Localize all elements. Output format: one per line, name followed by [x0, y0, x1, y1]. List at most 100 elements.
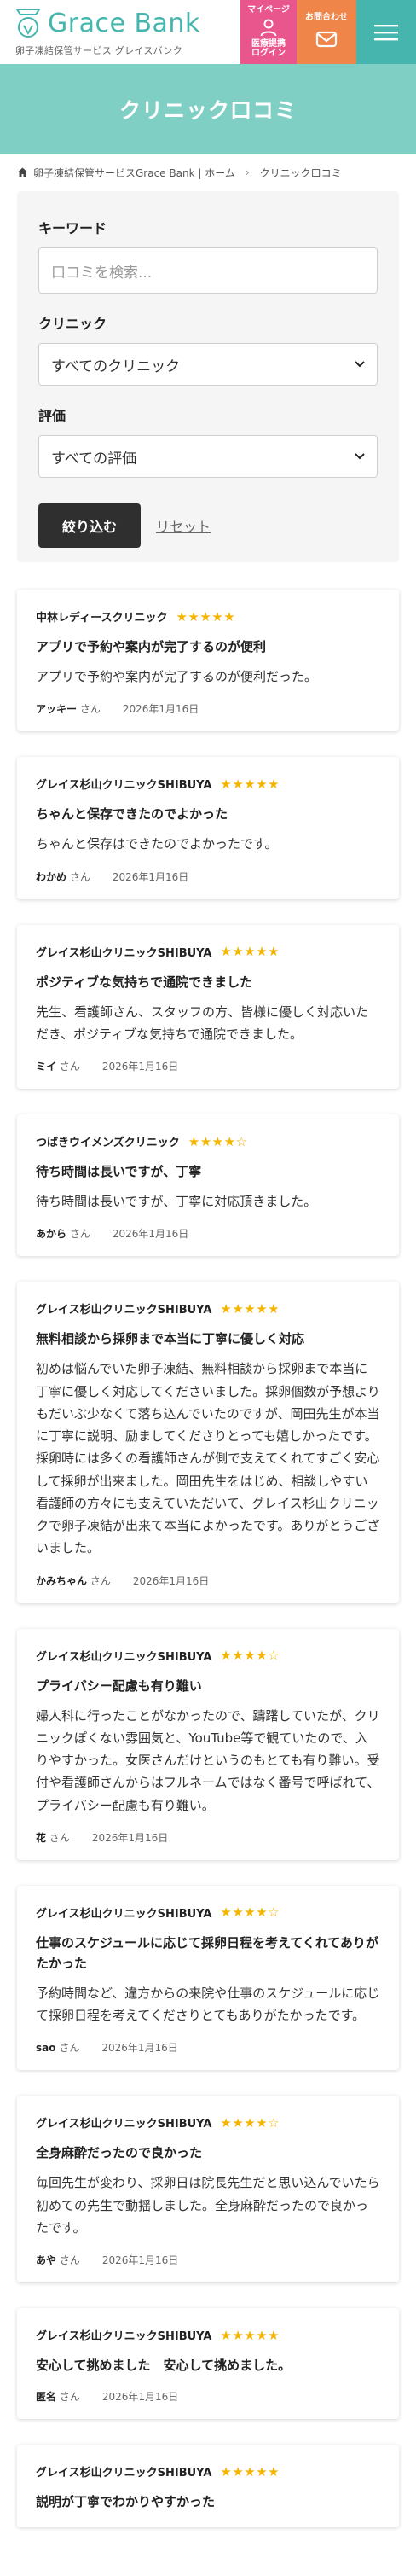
- review-card: グレイス杉山クリニックSHIBUYA ★★★★★ 説明が丁寧でわかりやすかった: [17, 2445, 399, 2527]
- review-author-suffix: さん: [79, 703, 101, 716]
- mypage-login-button[interactable]: マイページ 医療提携 ログイン: [240, 0, 297, 64]
- review-author-suffix: さん: [59, 2254, 80, 2266]
- review-author: あから さん: [36, 1226, 90, 1241]
- review-card: グレイス杉山クリニックSHIBUYA ★★★★☆ 仕事のスケジュールに応じて採卵日程…: [17, 1885, 399, 2071]
- review-author-suffix: さん: [59, 2391, 80, 2403]
- page-hero: クリニック口コミ: [0, 64, 416, 154]
- review-date: 2026年1月16日: [112, 1228, 189, 1241]
- star-rating-icon: ★★★★★: [220, 2327, 280, 2343]
- review-clinic-name: グレイス杉山クリニックSHIBUYA: [36, 2118, 212, 2131]
- review-clinic-name: グレイス杉山クリニックSHIBUYA: [36, 1304, 212, 1317]
- clinic-select[interactable]: すべてのクリニック: [38, 343, 378, 386]
- review-date: 2026年1月16日: [132, 1574, 210, 1587]
- review-clinic-name: グレイス杉山クリニックSHIBUYA: [36, 1907, 212, 1921]
- review-title: 説明が丁寧でわかりやすかった: [36, 2494, 216, 2509]
- chevron-right-icon: ›: [245, 166, 250, 178]
- review-author-name: かみちゃん: [36, 1574, 88, 1587]
- rating-select[interactable]: すべての評価: [38, 435, 378, 478]
- review-card: グレイス杉山クリニックSHIBUYA ★★★★☆ プライバシー配慮も有り難い婦人科に…: [17, 1628, 399, 1860]
- site-logo[interactable]: Grace Bank 卵子凍結保管サービス グレイスバンク: [0, 0, 240, 64]
- star-rating-icon: ★★★★☆: [188, 1133, 248, 1149]
- review-author: ミイ さん: [36, 1059, 80, 1073]
- review-date: 2026年1月16日: [101, 2254, 179, 2266]
- star-rating-icon: ★★★★☆: [220, 2114, 280, 2131]
- review-author: わかめ さん: [36, 869, 90, 884]
- review-author-name: sao: [36, 2042, 56, 2055]
- review-body: 婦人科に行ったことがなかったので、躊躇していたが、クリニックぽくない雰囲気と、Y…: [36, 1707, 380, 1813]
- login-label: ログイン: [251, 49, 286, 59]
- review-card: グレイス杉山クリニックSHIBUYA ★★★★★ 無料相談から採卵まで本当に丁寧に優…: [17, 1282, 399, 1603]
- review-date: 2026年1月16日: [91, 1831, 169, 1844]
- review-date: 2026年1月16日: [101, 1061, 179, 1073]
- star-rating-icon: ★★★★★: [220, 1300, 280, 1317]
- site-header: Grace Bank 卵子凍結保管サービス グレイスバンク マイページ 医療提携…: [0, 0, 416, 64]
- star-rating-icon: ★★★★★: [176, 608, 236, 625]
- review-author-name: 匿名: [36, 2391, 57, 2403]
- review-author-name: あや: [36, 2254, 57, 2266]
- review-body: 毎回先生が変わり、採卵日は院長先生だと思い込んでいたら初めての先生で動揺しました…: [36, 2175, 380, 2236]
- rating-label: 評価: [38, 408, 66, 424]
- review-title: 待ち時間は長いですが、丁寧: [36, 1164, 202, 1179]
- breadcrumb-home-link[interactable]: 卵子凍結保管サービスGrace Bank | ホーム: [33, 166, 235, 180]
- star-rating-icon: ★★★★★: [220, 2463, 280, 2480]
- review-body: 先生、看護師さん、スタッフの方、皆様に優しく対応いただき、ポジティブな気持ちで通…: [36, 1003, 369, 1042]
- review-author-name: ミイ: [36, 1061, 57, 1073]
- star-rating-icon: ★★★★☆: [220, 1904, 280, 1921]
- review-author: sao さん: [36, 2040, 79, 2055]
- star-rating-icon: ★★★★★: [220, 776, 280, 792]
- review-card: グレイス杉山クリニックSHIBUYA ★★★★★ 安心して挑めました 安心して挑めま…: [17, 2308, 399, 2419]
- review-body: ちゃんと保存はできたのでよかったです。: [36, 836, 278, 852]
- filter-submit-button[interactable]: 絞り込む: [38, 503, 141, 548]
- review-card: つばきウイメンズクリニック ★★★★☆ 待ち時間は長いですが、丁寧待ち時間は長いです…: [17, 1114, 399, 1257]
- review-author-name: わかめ: [36, 870, 67, 883]
- review-clinic-name: グレイス杉山クリニックSHIBUYA: [36, 779, 212, 793]
- review-title: ちゃんと保存できたのでよかった: [36, 806, 228, 823]
- hamburger-icon: [374, 24, 398, 40]
- review-author: 匿名 さん: [36, 2389, 80, 2404]
- partner-label: 医療提携: [251, 38, 286, 49]
- review-clinic-name: グレイス杉山クリニックSHIBUYA: [36, 946, 212, 960]
- review-author-name: あから: [36, 1228, 67, 1241]
- review-author-name: 花: [36, 1831, 47, 1844]
- rating-select-value: すべての評価: [51, 450, 137, 468]
- keyword-label: キーワード: [38, 220, 107, 236]
- mypage-label: マイページ: [247, 5, 290, 15]
- review-author-suffix: さん: [59, 1061, 80, 1073]
- review-author-suffix: さん: [69, 870, 90, 883]
- review-author: アッキー さん: [36, 701, 101, 716]
- review-author-suffix: さん: [90, 1574, 111, 1587]
- clinic-select-value: すべてのクリニック: [51, 358, 181, 375]
- user-icon: [260, 19, 277, 37]
- review-clinic-name: つばきウイメンズクリニック: [36, 1137, 180, 1149]
- home-icon: [17, 167, 28, 177]
- breadcrumb-current: クリニック口コミ: [259, 166, 342, 179]
- review-author: あや さん: [36, 2253, 80, 2267]
- star-rating-icon: ★★★★☆: [220, 1648, 280, 1663]
- review-body: 待ち時間は長いですが、丁寧に対応頂きました。: [36, 1194, 317, 1209]
- review-filter: キーワード 口コミを検索... クリニック すべてのクリニック 評価 すべての評…: [17, 191, 399, 562]
- reset-link[interactable]: リセット: [156, 515, 211, 536]
- review-clinic-name: グレイス杉山クリニックSHIBUYA: [36, 2467, 212, 2480]
- menu-button[interactable]: [356, 0, 416, 64]
- review-clinic-name: グレイス杉山クリニックSHIBUYA: [36, 2330, 212, 2343]
- star-rating-icon: ★★★★★: [220, 944, 280, 959]
- review-title: 仕事のスケジュールに応じて採卵日程を考えてくれてありがたかった: [36, 1934, 378, 1971]
- clinic-label: クリニック: [38, 316, 107, 332]
- review-clinic-name: グレイス杉山クリニックSHIBUYA: [36, 1650, 212, 1664]
- review-title: 全身麻酔だったので良かった: [36, 2145, 203, 2161]
- page-title: クリニック口コミ: [118, 97, 297, 123]
- review-title: 安心して挑めました 安心して挑めました。: [36, 2358, 292, 2373]
- review-body: 初めは悩んでいた卵子凍結、無料相談から採卵まで本当に丁寧に優しく対応してください…: [36, 1361, 380, 1556]
- review-date: 2026年1月16日: [112, 870, 189, 883]
- chevron-down-icon: [355, 361, 365, 368]
- keyword-search-input[interactable]: 口コミを検索...: [38, 247, 378, 294]
- grace-bank-logo-icon: [15, 9, 41, 38]
- review-title: プライバシー配慮も有り難い: [36, 1678, 202, 1694]
- contact-button[interactable]: お問合わせ: [297, 0, 356, 64]
- review-card: グレイス杉山クリニックSHIBUYA ★★★★★ ちゃんと保存できたのでよかったちゃ…: [17, 757, 399, 899]
- review-clinic-name: 中林レディースクリニック: [36, 612, 168, 625]
- logo-title: Grace Bank: [48, 9, 200, 38]
- mail-icon: [315, 31, 338, 47]
- review-list: 中林レディースクリニック ★★★★★ アプリで予約や案内が完了するのが便利 アプリで予…: [17, 590, 399, 2527]
- review-date: 2026年1月16日: [122, 703, 199, 716]
